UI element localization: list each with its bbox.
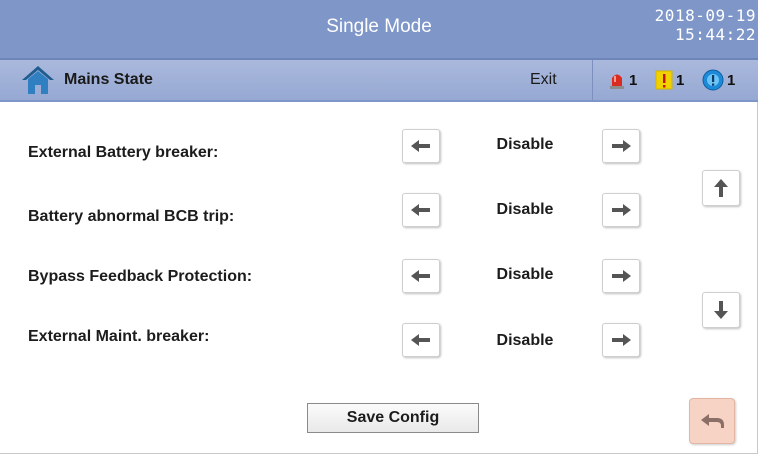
arrow-left-icon xyxy=(411,334,430,346)
yellow-warning-icon xyxy=(655,70,673,90)
return-arrow-icon xyxy=(701,414,724,428)
critical-alarm-count: 1 xyxy=(629,71,638,89)
page-title: Mains State xyxy=(64,71,153,88)
arrow-left-icon xyxy=(411,270,430,282)
setting-value-external-battery-breaker: Disable xyxy=(496,136,554,153)
setting-label-external-battery-breaker: External Battery breaker: xyxy=(28,144,219,161)
setting-value-bypass-feedback-protection: Disable xyxy=(496,266,554,283)
scroll-up-button[interactable] xyxy=(702,170,740,206)
increase-external-maint-breaker-button[interactable] xyxy=(602,323,640,357)
arrow-right-icon xyxy=(612,334,631,346)
setting-label-battery-abnormal-bcb-trip: Battery abnormal BCB trip: xyxy=(28,208,235,225)
scroll-down-button[interactable] xyxy=(702,292,740,328)
increase-battery-abnormal-bcb-trip-button[interactable] xyxy=(602,193,640,227)
arrow-left-icon xyxy=(411,204,430,216)
setting-label-bypass-feedback-protection: Bypass Feedback Protection: xyxy=(28,268,253,285)
setting-label-external-maint-breaker: External Maint. breaker: xyxy=(28,328,210,345)
info-indicator[interactable]: 1 xyxy=(702,68,735,92)
mode-title: Single Mode xyxy=(326,16,432,37)
arrow-right-icon xyxy=(612,270,631,282)
critical-alarm-indicator[interactable]: 1 xyxy=(608,68,637,92)
back-button[interactable] xyxy=(689,398,735,444)
save-config-button[interactable]: Save Config xyxy=(307,403,479,433)
arrow-right-icon xyxy=(612,204,631,216)
blue-info-icon xyxy=(702,69,724,91)
date-time-display: 2018-09-19 15:44:22 xyxy=(655,6,756,44)
arrow-down-icon xyxy=(714,301,728,319)
date-text: 2018-09-19 xyxy=(654,6,756,25)
red-alarm-icon xyxy=(610,74,624,89)
increase-bypass-feedback-protection-button[interactable] xyxy=(602,259,640,293)
decrease-battery-abnormal-bcb-trip-button[interactable] xyxy=(402,193,440,227)
info-count: 1 xyxy=(727,71,736,89)
arrow-left-icon xyxy=(411,140,430,152)
time-text: 15:44:22 xyxy=(674,25,756,44)
decrease-bypass-feedback-protection-button[interactable] xyxy=(402,259,440,293)
title-bar: Single Mode 2018-09-19 15:44:22 xyxy=(0,0,758,60)
warning-indicator[interactable]: 1 xyxy=(655,68,684,92)
decrease-external-maint-breaker-button[interactable] xyxy=(402,323,440,357)
increase-external-battery-breaker-button[interactable] xyxy=(602,129,640,163)
home-icon[interactable] xyxy=(20,64,56,96)
nav-bar: Mains State Exit 1 1 1 xyxy=(0,60,758,102)
setting-value-battery-abnormal-bcb-trip: Disable xyxy=(496,201,554,218)
exit-button[interactable]: Exit xyxy=(530,71,557,89)
decrease-external-battery-breaker-button[interactable] xyxy=(402,129,440,163)
arrow-up-icon xyxy=(714,179,728,197)
arrow-right-icon xyxy=(612,140,631,152)
warning-count: 1 xyxy=(676,71,685,89)
setting-value-external-maint-breaker: Disable xyxy=(496,332,554,349)
nav-divider xyxy=(592,60,593,100)
